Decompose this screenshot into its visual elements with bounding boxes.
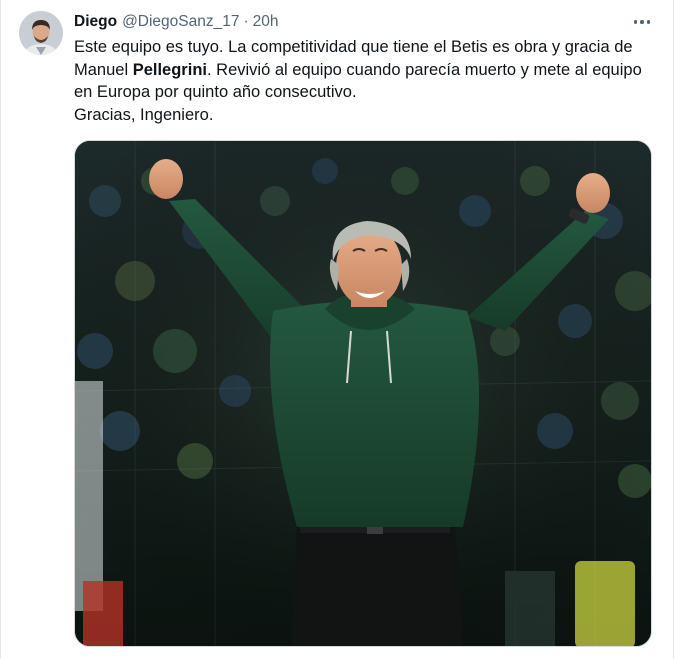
user-handle[interactable]: @DiegoSanz_17 — [122, 13, 239, 31]
tweet-text: Este equipo es tuyo. La competitividad q… — [74, 36, 659, 126]
more-horizontal-icon[interactable] — [631, 13, 653, 31]
tweet-paragraph: Este equipo es tuyo. La competitividad q… — [74, 36, 659, 104]
tweet-card[interactable]: Diego @DiegoSanz_17 · 20h Este equipo es… — [0, 0, 674, 659]
tweet-photo[interactable] — [74, 140, 652, 647]
tweet-closing-line: Gracias, Ingeniero. — [74, 105, 214, 124]
bold-name: Pellegrini — [132, 60, 207, 79]
display-name[interactable]: Diego — [74, 13, 117, 31]
timestamp[interactable]: 20h — [253, 13, 279, 31]
separator-dot: · — [243, 13, 249, 30]
avatar[interactable] — [19, 11, 63, 55]
tweet-header: Diego @DiegoSanz_17 · 20h — [74, 12, 279, 32]
